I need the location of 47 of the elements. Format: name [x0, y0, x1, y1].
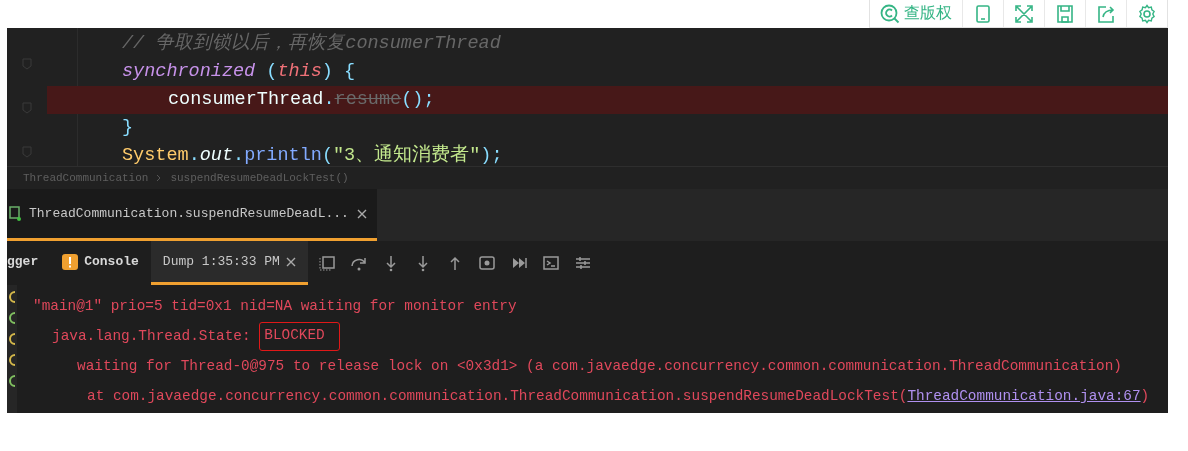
debug-tab[interactable]: Dump 1:35:33 PM — [150, 241, 308, 285]
code-token: println — [244, 144, 322, 168]
code-token: out — [199, 144, 234, 168]
code-token: ) { — [321, 60, 356, 84]
code-token: (); — [401, 88, 435, 112]
chevron-right-icon — [156, 174, 163, 182]
console-text: "main@1" prio=5 tid=0x1 nid=NA waiting for monitor entry — [33, 297, 517, 316]
gutter-marker-icon — [7, 312, 15, 324]
close-icon[interactable] — [356, 208, 367, 219]
code-token: System — [122, 144, 189, 168]
code-token: . — [188, 144, 200, 168]
gutter-marker-icon — [7, 354, 15, 366]
code-token: consumerThread — [168, 88, 324, 112]
code-token: . — [323, 88, 335, 112]
code-token: // 争取到锁以后，再恢复consumerThread — [122, 31, 501, 56]
frame-icon[interactable] — [477, 254, 496, 272]
code-token: ( — [321, 144, 333, 168]
code-token: . — [233, 144, 245, 168]
code-token: resume — [334, 88, 402, 112]
gutter-marker-icon — [7, 375, 15, 387]
code-token: ( — [266, 60, 278, 84]
console-text: java.lang.Thread.State: — [52, 327, 252, 346]
layout-icon[interactable] — [317, 254, 336, 272]
debug-tab[interactable]: gger — [7, 241, 51, 285]
code-token: this — [277, 60, 322, 84]
code-token: "3、通知消费者" — [333, 143, 481, 168]
settings-sliders-icon[interactable] — [573, 254, 592, 272]
code-token: synchronized — [122, 60, 257, 84]
highlighted-state: BLOCKED — [259, 322, 340, 351]
terminal-icon[interactable] — [541, 254, 560, 272]
share-icon[interactable] — [1096, 3, 1116, 24]
code-token: ); — [480, 144, 503, 168]
console-text: waiting for Thread-0@975 to release lock on <0x3d1> (a com.javaedge.concurrency.common.communication.ThreadCommunication) — [77, 357, 1122, 376]
gutter-marker-icon — [7, 333, 15, 345]
settings-icon[interactable] — [1137, 3, 1157, 24]
code-token: } — [122, 116, 134, 140]
copyright-search-icon — [880, 3, 900, 24]
source-link[interactable]: ThreadCommunication.java:67 — [907, 381, 1141, 411]
console-text: ) — [1140, 387, 1150, 406]
console-text: at com.javaedge.concurrency.common.communication.ThreadCommunication.suspendResumeDeadLockTest( — [87, 387, 908, 406]
warning-icon — [62, 253, 79, 270]
run-config-icon — [9, 205, 21, 222]
close-icon[interactable] — [285, 256, 296, 267]
run-tab[interactable]: ThreadCommunication.suspendResumeDeadL... — [7, 189, 377, 241]
fullscreen-icon[interactable] — [1014, 3, 1034, 24]
debug-tab[interactable]: Console — [50, 241, 151, 285]
gutter-marker-icon — [7, 291, 15, 303]
